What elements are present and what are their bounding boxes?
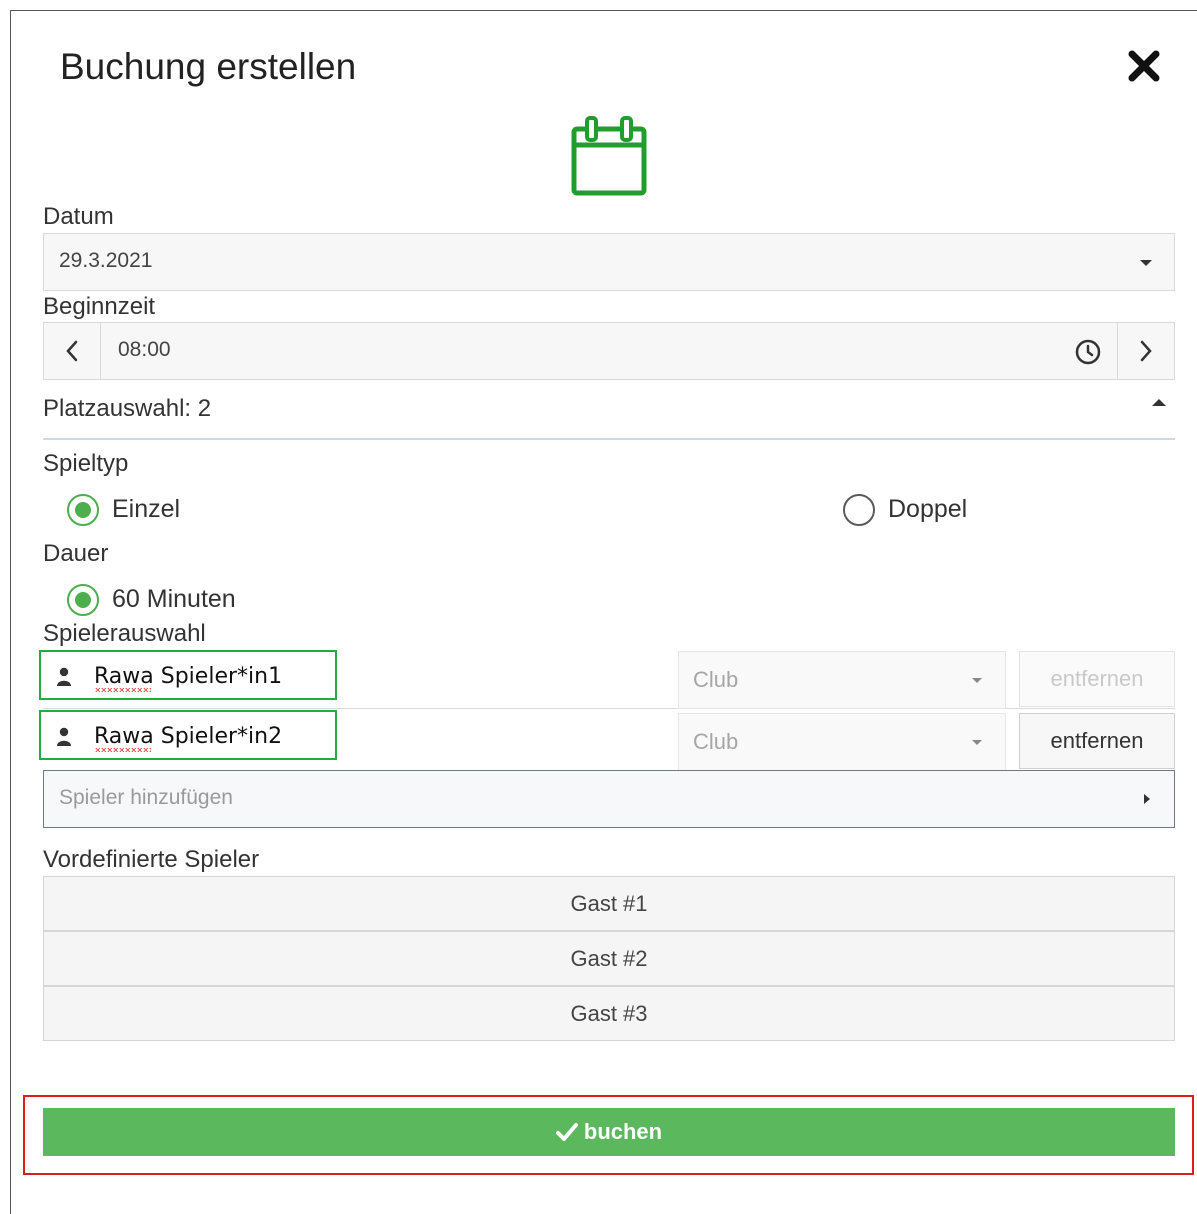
date-picker[interactable]: 29.3.2021 [43,233,1175,291]
book-button[interactable]: buchen [43,1108,1175,1156]
club-select-1[interactable]: Club [678,651,1006,709]
check-icon [555,1123,578,1141]
chevron-right-icon [1144,794,1150,804]
spellcheck-underline [95,688,151,692]
guest-2-button[interactable]: Gast #2 [43,931,1175,986]
start-time-label: Beginnzeit [43,293,156,320]
guest-3-button[interactable]: Gast #3 [43,986,1175,1041]
dialog-title: Buchung erstellen [60,46,357,87]
radio-einzel[interactable] [67,494,99,526]
player-name-text: Rawa Spieler*in1 [94,664,283,689]
chevron-down-icon [1140,260,1152,266]
divider [43,438,1175,440]
spellcheck-underline [95,748,151,752]
add-player-input[interactable]: Spieler hinzufügen [43,770,1175,828]
date-label: Datum [43,203,114,230]
chevron-left-icon [66,340,78,362]
radio-einzel-label[interactable]: Einzel [112,495,180,524]
start-time-field: 08:00 [43,322,1175,380]
predefined-players-label: Vordefinierte Spieler [43,846,260,873]
chevron-down-icon [972,678,982,683]
user-icon [57,667,71,686]
duration-label: Dauer [43,540,109,567]
court-selection-toggle[interactable]: Platzauswahl: 2 [43,395,211,423]
club-placeholder: Club [693,667,739,692]
date-value: 29.3.2021 [59,249,153,272]
chevron-down-icon [972,740,982,745]
add-player-placeholder: Spieler hinzufügen [59,786,233,809]
radio-60-minutes[interactable] [67,584,99,616]
player-name-2: Rawa Spieler*in2 [39,710,337,760]
clock-icon[interactable] [1074,338,1102,366]
calendar-icon [571,116,647,196]
club-select-2[interactable]: Club [678,713,1006,771]
remove-player-1-button[interactable]: entfernen [1019,651,1175,707]
radio-doppel[interactable] [843,494,875,526]
user-icon [57,727,71,746]
club-placeholder: Club [693,729,739,754]
next-time-button[interactable] [1117,323,1174,379]
player-name-1: Rawa Spieler*in1 [39,650,337,700]
chevron-up-icon[interactable] [1152,399,1166,406]
remove-player-2-button[interactable]: entfernen [1019,713,1175,769]
chevron-right-icon [1140,340,1152,362]
player-selection-label: Spielerauswahl [43,620,206,647]
game-type-label: Spieltyp [43,450,129,477]
close-icon[interactable] [1126,48,1162,84]
player-name-text: Rawa Spieler*in2 [94,724,283,749]
radio-60-minutes-label[interactable]: 60 Minuten [112,585,236,614]
previous-time-button[interactable] [44,323,101,379]
book-button-label: buchen [583,1119,663,1144]
start-time-value[interactable]: 08:00 [118,338,171,362]
radio-doppel-label[interactable]: Doppel [888,495,967,524]
guest-1-button[interactable]: Gast #1 [43,876,1175,931]
